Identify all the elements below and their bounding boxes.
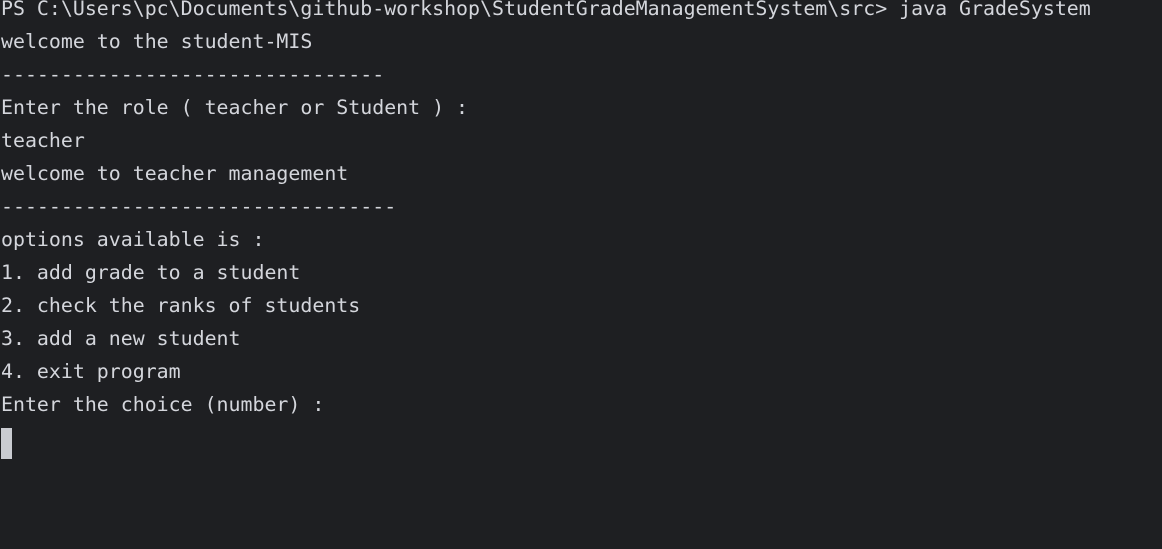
terminal-option-line: 4. exit program <box>1 360 181 383</box>
terminal-option-line: 3. add a new student <box>1 327 241 350</box>
terminal-prompt-line: Enter the role ( teacher or Student ) : <box>1 96 469 119</box>
terminal-option-line: 1. add grade to a student <box>1 261 301 284</box>
terminal-user-input-line: teacher <box>1 129 85 152</box>
terminal-command-line: PS C:\Users\pc\Documents\github-workshop… <box>1 0 1091 20</box>
terminal-option-line: 2. check the ranks of students <box>1 294 361 317</box>
terminal-separator-line: -------------------------------- <box>1 63 385 86</box>
terminal-input-cursor[interactable] <box>1 428 12 459</box>
terminal-window[interactable]: PS C:\Users\pc\Documents\github-workshop… <box>0 0 1162 549</box>
terminal-separator-line: --------------------------------- <box>1 195 397 218</box>
terminal-output-line: options available is : <box>1 228 265 251</box>
terminal-output-line: welcome to teacher management <box>1 162 349 185</box>
terminal-prompt-line: Enter the choice (number) : <box>1 393 325 416</box>
terminal-output-line: welcome to the student-MIS <box>1 30 313 53</box>
